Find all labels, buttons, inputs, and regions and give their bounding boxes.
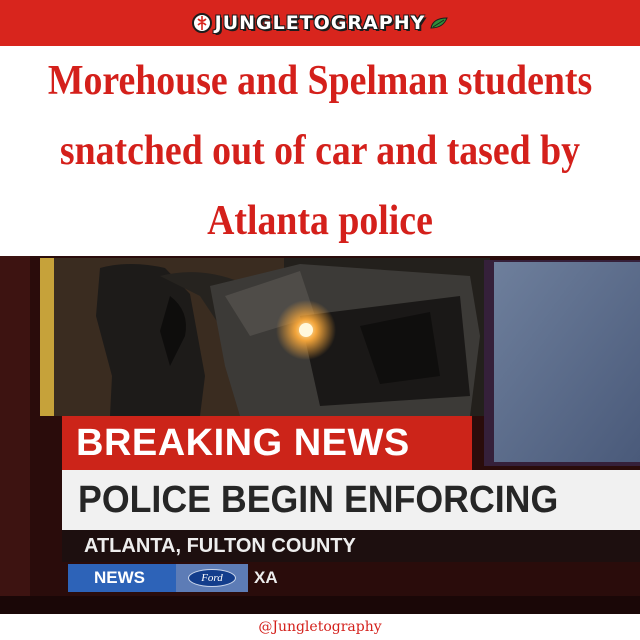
brand-logo: JUNGLETOGRAPHY [191,12,450,34]
post-image: JUNGLETOGRAPHY Morehouse and Spelman stu… [0,0,640,640]
headline: Morehouse and Spelman students snatched … [47,58,593,244]
brand-bar: JUNGLETOGRAPHY [0,0,640,46]
ticker-text: XA [254,568,278,587]
leaf-icon [430,17,449,29]
breaking-news-banner: BREAKING NEWS [62,416,472,470]
news-video-frame: BREAKING NEWS POLICE BEGIN ENFORCING ATL… [0,256,640,614]
jungle-emblem-icon [191,13,212,33]
ford-logo-icon: Ford [188,569,236,587]
ford-logo-text: Ford [201,572,223,584]
breaking-news-label: BREAKING NEWS [76,421,410,464]
dateline-bar: ATLANTA, FULTON COUNTY [62,530,640,562]
sponsor-tag: Ford [176,564,248,592]
brand-name: JUNGLETOGRAPHY [214,12,426,34]
headline-area: Morehouse and Spelman students snatched … [0,46,640,256]
broadcast-headline: POLICE BEGIN ENFORCING [78,478,559,521]
news-label: NEWS [94,568,145,587]
ticker: XA [248,564,278,592]
account-handle: @Jungletography [258,619,382,635]
footer: @Jungletography [0,614,640,640]
dateline: ATLANTA, FULTON COUNTY [84,534,356,557]
news-tag: NEWS [68,564,176,592]
broadcast-headline-bar: POLICE BEGIN ENFORCING [62,470,640,530]
